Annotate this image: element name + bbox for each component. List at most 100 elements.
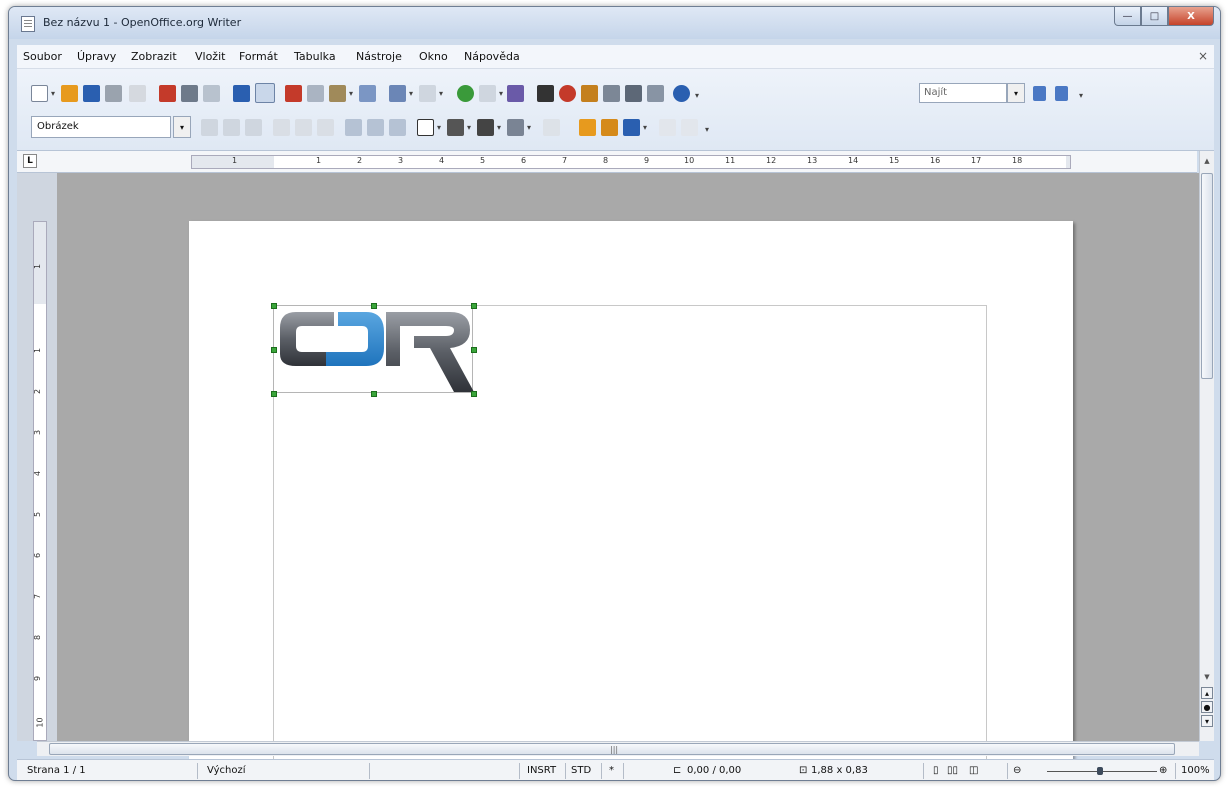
menu-vlozit[interactable]: Vložit [195, 50, 225, 63]
border-color-icon[interactable] [477, 119, 494, 136]
data-sources-icon[interactable] [603, 85, 620, 102]
save-icon[interactable] [83, 85, 100, 102]
resize-handle-bottom[interactable] [371, 391, 377, 397]
align-right-icon[interactable] [317, 119, 334, 136]
align-top-icon[interactable] [345, 119, 362, 136]
menu-tabulka[interactable]: Tabulka [294, 50, 336, 63]
navigation-icon[interactable]: ● [1201, 701, 1213, 713]
new-document-icon[interactable] [31, 85, 48, 102]
spellcheck-icon[interactable] [233, 85, 250, 102]
wrap-off-icon[interactable] [201, 119, 218, 136]
frame-toolbar-overflow-icon[interactable]: ▾ [705, 125, 709, 134]
book-view-icon[interactable]: ◫ [969, 765, 978, 776]
bring-to-front-icon[interactable] [579, 119, 596, 136]
close-document-icon[interactable]: × [1198, 49, 1208, 63]
align-bottom-icon[interactable] [389, 119, 406, 136]
find-toolbar-overflow-icon[interactable]: ▾ [1079, 91, 1083, 100]
resize-handle-right[interactable] [471, 347, 477, 353]
redo-dropdown-icon[interactable]: ▾ [439, 89, 443, 98]
help-icon[interactable] [673, 85, 690, 102]
align-left-icon[interactable] [273, 119, 290, 136]
previous-page-icon[interactable]: ▴ [1201, 687, 1213, 699]
line-style-dropdown-icon[interactable]: ▾ [467, 123, 471, 132]
vertical-ruler[interactable]: 1 1 2 3 4 5 6 7 8 9 10 [17, 173, 57, 741]
resize-handle-left[interactable] [271, 347, 277, 353]
vertical-scroll-thumb[interactable] [1201, 173, 1213, 379]
find-replace-icon[interactable] [537, 85, 554, 102]
auto-spellcheck-icon[interactable] [255, 83, 275, 103]
frame-style-select[interactable]: Obrázek [31, 116, 171, 138]
open-folder-icon[interactable] [61, 85, 78, 102]
find-previous-icon[interactable] [1055, 86, 1068, 101]
export-pdf-icon[interactable] [159, 85, 176, 102]
resize-handle-top[interactable] [371, 303, 377, 309]
format-paintbrush-icon[interactable] [359, 85, 376, 102]
selection-mode[interactable]: STD [571, 765, 591, 776]
table-dropdown-icon[interactable]: ▾ [499, 89, 503, 98]
menu-soubor[interactable]: Soubor [23, 50, 62, 63]
cut-icon[interactable] [285, 85, 302, 102]
scroll-up-icon[interactable]: ▲ [1201, 155, 1213, 167]
align-middle-icon[interactable] [367, 119, 384, 136]
background-color-dropdown-icon[interactable]: ▾ [527, 123, 531, 132]
page-style[interactable]: Výchozí [207, 765, 245, 776]
resize-handle-bottom-right[interactable] [471, 391, 477, 397]
horizontal-ruler[interactable]: L 1 1 2 3 4 5 6 7 8 9 10 11 12 13 14 15 … [17, 151, 1197, 173]
anchor-dropdown-icon[interactable]: ▾ [643, 123, 647, 132]
horizontal-scroll-thumb[interactable]: ||| [49, 743, 1175, 755]
zoom-slider-knob[interactable] [1097, 767, 1103, 775]
document-workspace[interactable] [57, 173, 1199, 765]
page-wrap-icon[interactable] [223, 119, 240, 136]
menu-upravy[interactable]: Úpravy [77, 50, 116, 63]
horizontal-scrollbar[interactable]: ||| [37, 741, 1199, 756]
frame-style-dropdown-icon[interactable]: ▾ [173, 116, 191, 138]
menu-nastroje[interactable]: Nástroje [356, 50, 402, 63]
border-color-dropdown-icon[interactable]: ▾ [497, 123, 501, 132]
selected-image-frame[interactable] [271, 303, 477, 397]
cdr-logo-image[interactable] [274, 306, 474, 394]
background-color-icon[interactable] [507, 119, 524, 136]
undo-dropdown-icon[interactable]: ▾ [409, 89, 413, 98]
find-next-icon[interactable] [1033, 86, 1046, 101]
formatting-marks-icon[interactable] [625, 85, 642, 102]
zoom-level[interactable]: 100% [1181, 765, 1210, 776]
next-page-icon[interactable]: ▾ [1201, 715, 1213, 727]
find-dropdown-icon[interactable]: ▾ [1007, 83, 1025, 103]
gallery-icon[interactable] [581, 85, 598, 102]
paste-dropdown-icon[interactable]: ▾ [349, 89, 353, 98]
maximize-button[interactable]: □ [1141, 7, 1168, 26]
minimize-button[interactable]: — [1114, 7, 1141, 26]
zoom-icon[interactable] [647, 85, 664, 102]
edit-file-icon[interactable] [129, 85, 146, 102]
redo-icon[interactable] [419, 85, 436, 102]
menu-okno[interactable]: Okno [419, 50, 448, 63]
page-preview-icon[interactable] [203, 85, 220, 102]
unlink-frames-icon[interactable] [681, 119, 698, 136]
zoom-out-icon[interactable]: ⊖ [1013, 765, 1021, 776]
show-draw-functions-icon[interactable] [507, 85, 524, 102]
tab-stop-type-button[interactable]: L [23, 154, 37, 168]
undo-icon[interactable] [389, 85, 406, 102]
menu-napoveda[interactable]: Nápověda [464, 50, 520, 63]
copy-icon[interactable] [307, 85, 324, 102]
anchor-icon[interactable] [623, 119, 640, 136]
paste-icon[interactable] [329, 85, 346, 102]
page-indicator[interactable]: Strana 1 / 1 [27, 765, 86, 776]
resize-handle-bottom-left[interactable] [271, 391, 277, 397]
email-icon[interactable] [105, 85, 122, 102]
find-input[interactable]: Najít [919, 83, 1007, 103]
align-center-icon[interactable] [295, 119, 312, 136]
menu-zobrazit[interactable]: Zobrazit [131, 50, 177, 63]
menu-format[interactable]: Formát [239, 50, 278, 63]
toolbar-overflow-icon[interactable]: ▾ [695, 91, 699, 100]
navigator-icon[interactable] [559, 85, 576, 102]
scroll-down-icon[interactable]: ▼ [1201, 671, 1213, 683]
link-frames-icon[interactable] [659, 119, 676, 136]
send-to-back-icon[interactable] [601, 119, 618, 136]
wrap-through-icon[interactable] [245, 119, 262, 136]
close-button[interactable]: X [1168, 7, 1214, 26]
resize-handle-top-right[interactable] [471, 303, 477, 309]
table-icon[interactable] [479, 85, 496, 102]
hyperlink-icon[interactable] [457, 85, 474, 102]
document-page[interactable] [189, 221, 1073, 765]
